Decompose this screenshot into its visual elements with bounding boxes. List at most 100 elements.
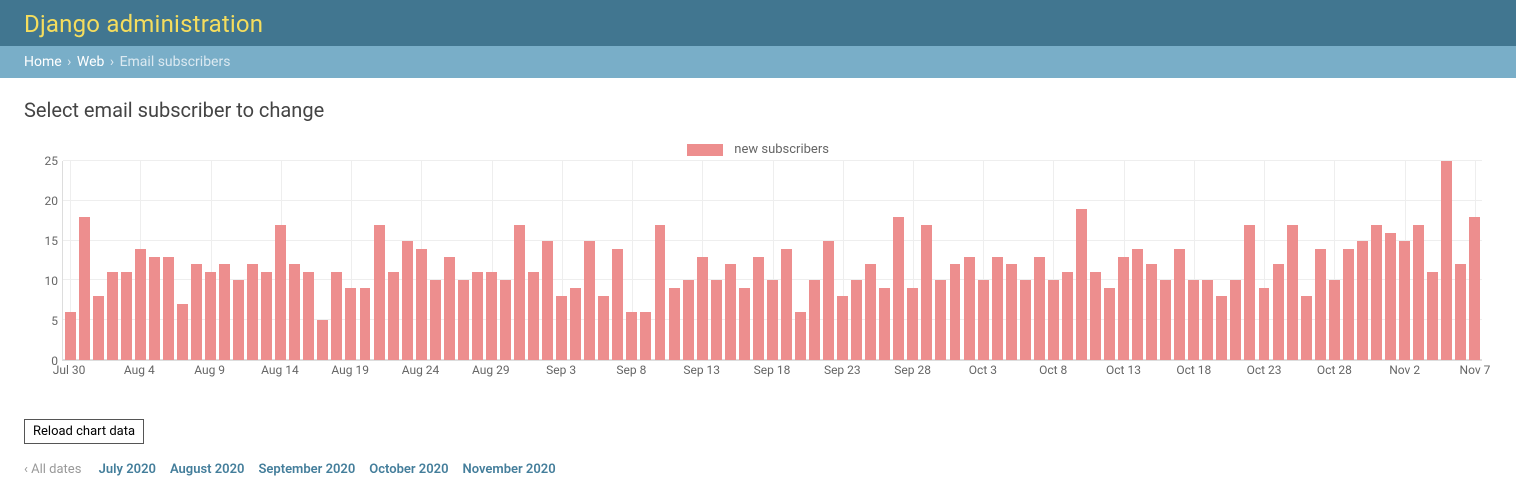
- content: Select email subscriber to change new su…: [0, 78, 1516, 487]
- bar-slot: [189, 161, 203, 360]
- bar-slot: [316, 161, 330, 360]
- bar-slot: [892, 161, 906, 360]
- bar: [528, 272, 539, 360]
- x-tick-label: Aug 29: [472, 363, 510, 377]
- bar-slot: [1159, 161, 1173, 360]
- bar-slot: [1355, 161, 1369, 360]
- date-filter-link[interactable]: November 2020: [463, 462, 556, 477]
- bar: [1244, 225, 1255, 360]
- bar-slot: [1187, 161, 1201, 360]
- bar: [1174, 249, 1185, 360]
- bar-slot: [597, 161, 611, 360]
- x-tick-label: Aug 9: [194, 363, 225, 377]
- bar: [1118, 257, 1129, 360]
- x-tick-label: Sep 8: [616, 363, 646, 377]
- bar: [584, 241, 595, 360]
- date-filter-link[interactable]: August 2020: [170, 462, 245, 477]
- breadcrumb-separator: ›: [65, 54, 73, 70]
- bar-slot: [1131, 161, 1145, 360]
- bar-slot: [414, 161, 428, 360]
- bar-slot: [681, 161, 695, 360]
- bar-slot: [1088, 161, 1102, 360]
- x-tick-label: Aug 24: [402, 363, 440, 377]
- bar-slot: [1454, 161, 1468, 360]
- bar-slot: [302, 161, 316, 360]
- bar: [1371, 225, 1382, 360]
- chart: 0510152025 Jul 30Aug 4Aug 9Aug 14Aug 19A…: [38, 161, 1482, 379]
- bar-slot: [934, 161, 948, 360]
- bar-slot: [976, 161, 990, 360]
- bar: [795, 312, 806, 360]
- bar: [542, 241, 553, 360]
- bar-slot: [1468, 161, 1482, 360]
- bar: [809, 280, 820, 360]
- bar-slot: [175, 161, 189, 360]
- x-tick-label: Aug 14: [261, 363, 299, 377]
- bar-slot: [203, 161, 217, 360]
- bar-slot: [470, 161, 484, 360]
- bar-slot: [541, 161, 555, 360]
- bar: [978, 280, 989, 360]
- x-tick-label: Nov 7: [1460, 363, 1491, 377]
- bar-slot: [695, 161, 709, 360]
- bar-slot: [1201, 161, 1215, 360]
- bar: [669, 288, 680, 360]
- bar: [177, 304, 188, 360]
- x-tick-label: Aug 4: [124, 363, 155, 377]
- bar: [205, 272, 216, 360]
- date-filter-all[interactable]: ‹ All dates: [24, 462, 81, 477]
- bar-slot: [555, 161, 569, 360]
- bar: [1048, 280, 1059, 360]
- bar: [374, 225, 385, 360]
- bar: [1455, 264, 1466, 360]
- x-tick-label: Jul 30: [53, 363, 86, 377]
- bar-slot: [737, 161, 751, 360]
- bar: [935, 280, 946, 360]
- reload-chart-button[interactable]: Reload chart data: [24, 419, 144, 444]
- bar: [950, 264, 961, 360]
- bar-slot: [569, 161, 583, 360]
- breadcrumb-home[interactable]: Home: [24, 54, 62, 70]
- bar-slot: [1397, 161, 1411, 360]
- bar-slot: [793, 161, 807, 360]
- bar: [570, 288, 581, 360]
- bar-slot: [836, 161, 850, 360]
- date-filter-link[interactable]: July 2020: [99, 462, 156, 477]
- bar: [1132, 249, 1143, 360]
- bar-slot: [1215, 161, 1229, 360]
- bar: [1146, 264, 1157, 360]
- bar: [233, 280, 244, 360]
- bar: [767, 280, 778, 360]
- bar-slot: [513, 161, 527, 360]
- bar: [317, 320, 328, 360]
- bar-slot: [611, 161, 625, 360]
- bar-slot: [1285, 161, 1299, 360]
- bar: [1357, 241, 1368, 360]
- bar: [1343, 249, 1354, 360]
- bar-slot: [274, 161, 288, 360]
- bar: [1441, 161, 1452, 360]
- y-tick-label: 5: [51, 314, 58, 328]
- bar: [65, 312, 76, 360]
- date-filter-link[interactable]: October 2020: [369, 462, 448, 477]
- bar: [556, 296, 567, 360]
- bar-slot: [751, 161, 765, 360]
- bar-slot: [1004, 161, 1018, 360]
- y-axis: 0510152025: [38, 161, 62, 361]
- breadcrumb-current: Email subscribers: [120, 54, 231, 70]
- bar: [360, 288, 371, 360]
- bar: [907, 288, 918, 360]
- breadcrumb-app[interactable]: Web: [77, 54, 105, 70]
- legend-label: new subscribers: [734, 142, 829, 157]
- bar-slot: [372, 161, 386, 360]
- bar: [1399, 241, 1410, 360]
- bar: [865, 264, 876, 360]
- bar-slot: [667, 161, 681, 360]
- bar: [1329, 280, 1340, 360]
- bar: [107, 272, 118, 360]
- date-filter-link[interactable]: September 2020: [258, 462, 355, 477]
- bar-slot: [807, 161, 821, 360]
- x-tick-label: Sep 23: [824, 363, 861, 377]
- bar: [1076, 209, 1087, 360]
- y-tick-label: 25: [45, 154, 59, 168]
